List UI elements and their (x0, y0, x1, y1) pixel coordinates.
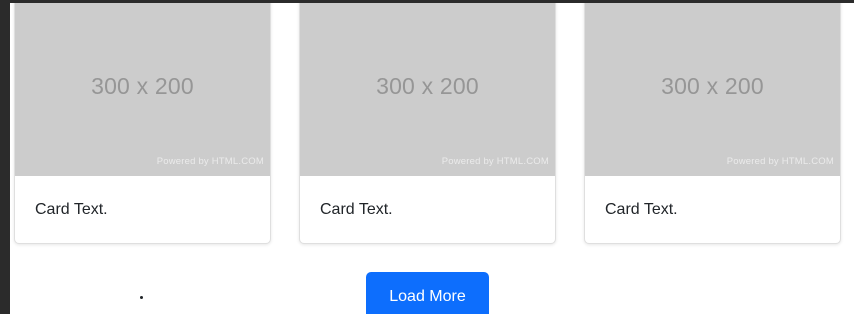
card-image-placeholder: 300 x 200 Powered by HTML.COM (300, 0, 555, 176)
card-image-placeholder: 300 x 200 Powered by HTML.COM (15, 0, 270, 176)
card-text: Card Text. (605, 201, 678, 218)
card-image-placeholder: 300 x 200 Powered by HTML.COM (585, 0, 840, 176)
load-more-button[interactable]: Load More (366, 272, 489, 314)
image-dimensions-label: 300 x 200 (376, 73, 479, 99)
window-top-edge (0, 0, 854, 3)
image-watermark: Powered by HTML.COM (441, 156, 549, 167)
card: 300 x 200 Powered by HTML.COM Card Text. (299, 0, 556, 244)
load-more-label: Load More (389, 288, 466, 305)
image-watermark: Powered by HTML.COM (156, 156, 264, 167)
image-dimensions-label: 300 x 200 (91, 73, 194, 99)
image-dimensions-label: 300 x 200 (661, 73, 764, 99)
list-bullet-dot (140, 296, 143, 299)
image-watermark: Powered by HTML.COM (726, 156, 834, 167)
card: 300 x 200 Powered by HTML.COM Card Text. (14, 0, 271, 244)
page-viewport: 300 x 200 Powered by HTML.COM Card Text.… (10, 0, 854, 314)
card-text: Card Text. (320, 201, 393, 218)
card: 300 x 200 Powered by HTML.COM Card Text. (584, 0, 841, 244)
card-text: Card Text. (35, 201, 108, 218)
